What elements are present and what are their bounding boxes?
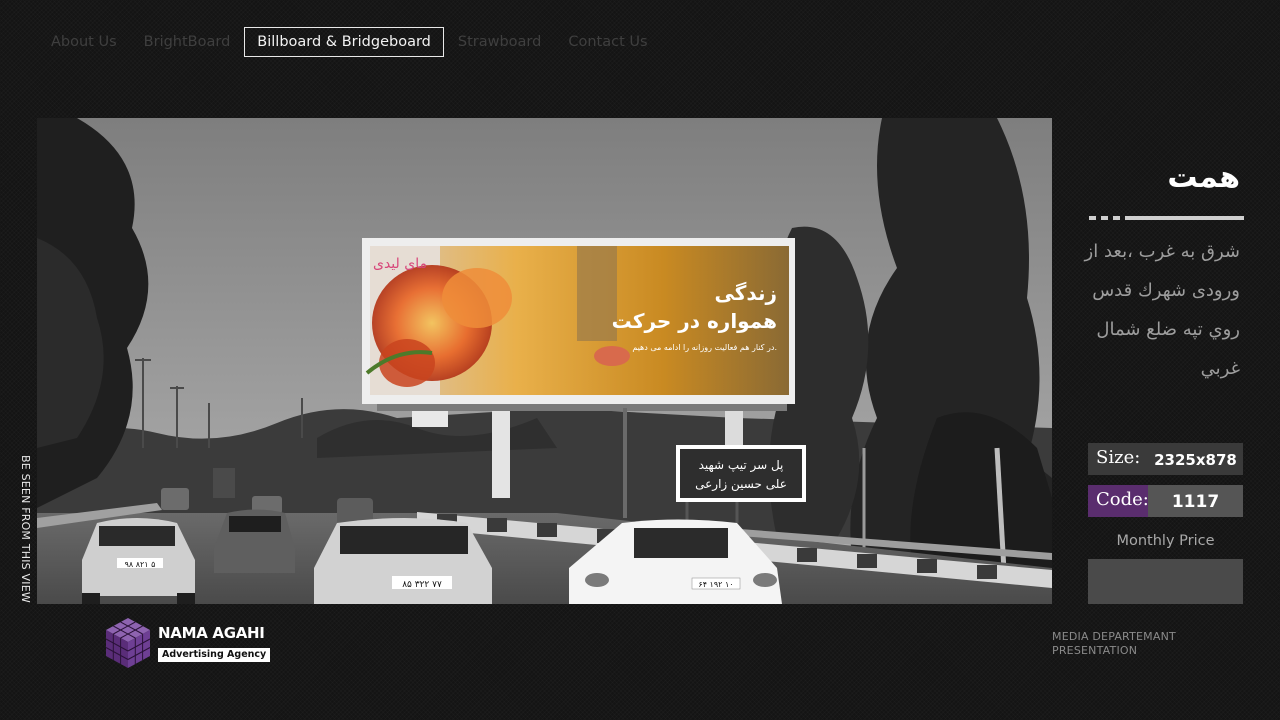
nav-billboard-bridgeboard[interactable]: Billboard & Bridgeboard [244, 27, 444, 57]
ad-brand: مای لیدی [373, 256, 427, 272]
nav-strawboard[interactable]: Strawboard [445, 27, 554, 57]
page: About Us BrightBoard Billboard & Bridgeb… [0, 0, 1280, 720]
size-label: Size: [1088, 443, 1148, 475]
side-caption: BE SEEN FROM THIS VIEW [19, 455, 32, 603]
footer-note: MEDIA DEPARTEMANT PRESENTATION [1052, 630, 1176, 658]
logo-subtitle: Advertising Agency [158, 647, 271, 662]
plate-center: ۸۵ ۳۲۲ ۷۷ [402, 580, 442, 590]
nav-contact-us[interactable]: Contact Us [555, 27, 660, 57]
ad-tagline: در کنار هم فعالیت روزانه را ادامه می دهی… [632, 343, 777, 352]
code-label: Code: [1088, 485, 1149, 517]
road-sign-line-2: علی حسین زارعی [695, 477, 787, 492]
title-divider [1089, 216, 1244, 222]
billboard-photo: مای لیدی زندگی همواره در حرکت در کنار هم… [37, 118, 1052, 604]
car-center: ۸۵ ۳۲۲ ۷۷ [314, 518, 492, 604]
code-value: 1117 [1148, 485, 1243, 517]
monthly-price-value [1088, 559, 1243, 604]
plate-right: ۶۴ ۱۹۲ ۱۰ [698, 580, 733, 589]
size-spec: Size: 2325x878 [1088, 443, 1243, 475]
location-description: شرق به غرب ،بعد از ورودی شهرك قدس روي تپ… [1084, 241, 1240, 379]
billboard-ad: مای لیدی زندگی همواره در حرکت در کنار هم… [365, 246, 789, 395]
car-left: ۹۸ ۸۲۱ ۵ [82, 518, 195, 604]
monthly-price-label: Monthly Price [1116, 533, 1215, 549]
size-value: 2325x878 [1148, 443, 1243, 475]
cube-logo-icon [105, 618, 151, 668]
code-spec: Code: 1117 [1088, 485, 1243, 517]
footer-note-line-2: PRESENTATION [1052, 644, 1138, 657]
location-title: همت [1167, 160, 1240, 195]
ad-headline-1: زندگی [715, 281, 777, 305]
ad-headline-2: همواره در حرکت [612, 309, 777, 333]
road-sign-line-1: پل سر تیپ شهید [699, 458, 784, 473]
nav-brightboard[interactable]: BrightBoard [131, 27, 244, 57]
nav-about-us[interactable]: About Us [38, 27, 130, 57]
main-nav: About Us BrightBoard Billboard & Bridgeb… [38, 27, 662, 57]
logo-name: NAMA AGAHI [158, 623, 265, 642]
plate-left: ۹۸ ۸۲۱ ۵ [125, 560, 156, 569]
company-logo[interactable]: NAMA AGAHI Advertising Agency [104, 616, 271, 670]
footer-note-line-1: MEDIA DEPARTEMANT [1052, 630, 1176, 643]
